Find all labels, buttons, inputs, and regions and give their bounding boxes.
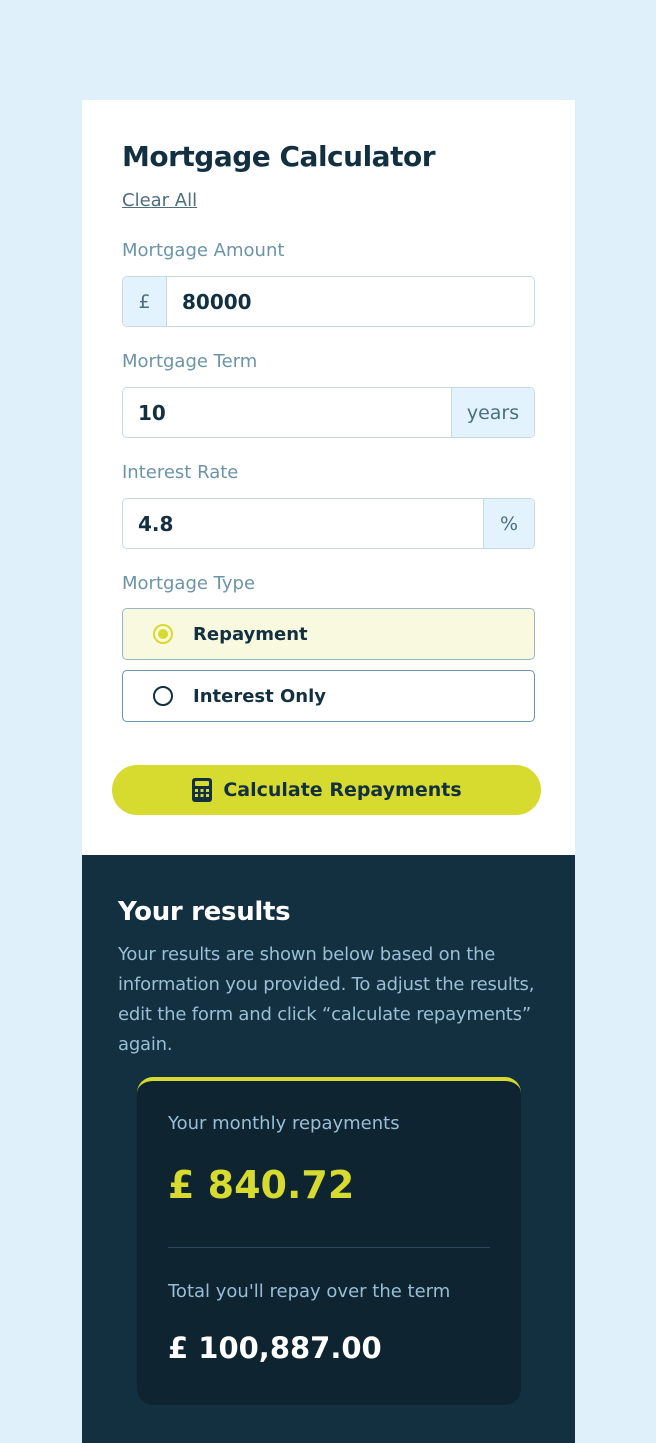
mortgage-term-label: Mortgage Term — [122, 351, 258, 372]
radio-selected-icon — [153, 624, 173, 644]
results-panel: Your results Your results are shown belo… — [82, 855, 575, 1443]
calculator-card: Mortgage Calculator Clear All Mortgage A… — [82, 100, 575, 1443]
calculator-icon — [191, 778, 213, 802]
summary-divider — [168, 1247, 490, 1248]
clear-all-link[interactable]: Clear All — [122, 190, 197, 211]
radio-unselected-icon — [153, 686, 173, 706]
results-description: Your results are shown below based on th… — [118, 944, 535, 1055]
calculator-form: Mortgage Calculator Clear All Mortgage A… — [82, 100, 575, 855]
monthly-repayments-value: £ 840.72 — [168, 1163, 355, 1207]
interest-rate-field[interactable]: 4.8 % — [122, 498, 535, 549]
results-summary-card: Your monthly repayments £ 840.72 Total y… — [137, 1077, 521, 1405]
total-repay-value: £ 100,887.00 — [168, 1331, 382, 1365]
mortgage-term-input[interactable]: 10 — [138, 388, 166, 437]
mortgage-type-label: Mortgage Type — [122, 573, 256, 594]
monthly-repayments-label: Your monthly repayments — [168, 1113, 400, 1134]
radio-repayment[interactable]: Repayment — [122, 608, 535, 660]
results-title: Your results — [118, 897, 291, 927]
calculate-repayments-button[interactable]: Calculate Repayments — [112, 765, 541, 815]
radio-repayment-label: Repayment — [193, 623, 308, 645]
percent-suffix: % — [483, 499, 534, 548]
calculate-button-label: Calculate Repayments — [223, 779, 462, 801]
total-repay-label: Total you'll repay over the term — [168, 1281, 451, 1302]
mortgage-term-field[interactable]: 10 years — [122, 387, 535, 438]
mortgage-amount-field[interactable]: £ 80000 — [122, 276, 535, 327]
radio-interest-only-label: Interest Only — [193, 685, 327, 707]
radio-interest-only[interactable]: Interest Only — [122, 670, 535, 722]
interest-rate-input[interactable]: 4.8 — [138, 499, 173, 548]
page-title: Mortgage Calculator — [122, 140, 436, 173]
mortgage-amount-label: Mortgage Amount — [122, 240, 285, 261]
currency-prefix: £ — [123, 277, 167, 326]
mortgage-amount-input[interactable]: 80000 — [182, 277, 252, 326]
years-suffix: years — [451, 388, 534, 437]
interest-rate-label: Interest Rate — [122, 462, 239, 483]
